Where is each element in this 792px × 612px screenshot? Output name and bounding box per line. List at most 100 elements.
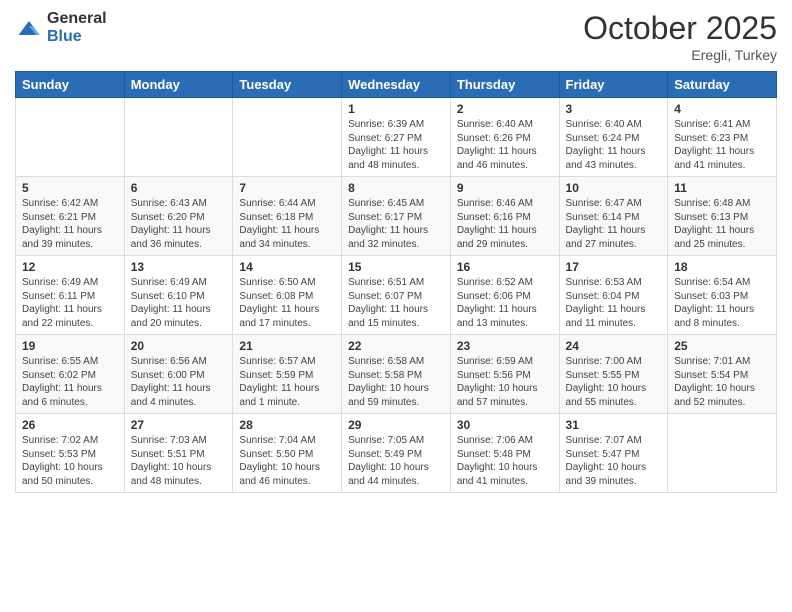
day-number: 6	[131, 181, 227, 195]
day-info: Sunrise: 6:45 AM Sunset: 6:17 PM Dayligh…	[348, 197, 444, 251]
day-number: 18	[674, 260, 770, 274]
day-cell: 1 Sunrise: 6:39 AM Sunset: 6:27 PM Daylig…	[342, 98, 451, 177]
day-info: Sunrise: 7:00 AM Sunset: 5:55 PM Dayligh…	[566, 355, 662, 409]
day-cell: 16 Sunrise: 6:52 AM Sunset: 6:06 PM Dayli…	[450, 256, 559, 335]
day-cell: 8 Sunrise: 6:45 AM Sunset: 6:17 PM Daylig…	[342, 177, 451, 256]
day-cell	[233, 98, 342, 177]
day-cell: 7Sunrise: 6:44 AM Sunset: 6:18 PM Daylig…	[233, 177, 342, 256]
day-number: 16	[457, 260, 553, 274]
day-number: 17	[566, 260, 662, 274]
day-number: 13	[131, 260, 227, 274]
title-block: October 2025 Eregli, Turkey	[583, 10, 777, 63]
day-number: 12	[22, 260, 118, 274]
day-info: Sunrise: 6:58 AM Sunset: 5:58 PM Dayligh…	[348, 355, 444, 409]
day-number: 25	[674, 339, 770, 353]
day-info: Sunrise: 6:53 AM Sunset: 6:04 PM Dayligh…	[566, 276, 662, 330]
day-info: Sunrise: 7:02 AM Sunset: 5:53 PM Dayligh…	[22, 434, 118, 488]
day-cell: 15 Sunrise: 6:51 AM Sunset: 6:07 PM Dayli…	[342, 256, 451, 335]
day-cell	[668, 414, 777, 493]
logo-blue: Blue	[47, 28, 107, 46]
weekday-header-sunday: Sunday	[16, 72, 125, 98]
day-cell: 9 Sunrise: 6:46 AM Sunset: 6:16 PM Daylig…	[450, 177, 559, 256]
day-number: 27	[131, 418, 227, 432]
day-number: 29	[348, 418, 444, 432]
day-number: 20	[131, 339, 227, 353]
day-cell: 30 Sunrise: 7:06 AM Sunset: 5:48 PM Dayli…	[450, 414, 559, 493]
day-number: 10	[566, 181, 662, 195]
day-info: Sunrise: 6:48 AM Sunset: 6:13 PM Dayligh…	[674, 197, 770, 251]
calendar-table: SundayMondayTuesdayWednesdayThursdayFrid…	[15, 71, 777, 493]
day-number: 24	[566, 339, 662, 353]
logo-text: General Blue	[47, 10, 107, 45]
day-info: Sunrise: 6:41 AM Sunset: 6:23 PM Dayligh…	[674, 118, 770, 172]
location-subtitle: Eregli, Turkey	[583, 47, 777, 63]
day-number: 15	[348, 260, 444, 274]
day-cell: 2 Sunrise: 6:40 AM Sunset: 6:26 PM Daylig…	[450, 98, 559, 177]
day-number: 1	[348, 102, 444, 116]
day-cell: 23Sunrise: 6:59 AM Sunset: 5:56 PM Dayli…	[450, 335, 559, 414]
header: General Blue October 2025 Eregli, Turkey	[15, 10, 777, 63]
day-cell: 22 Sunrise: 6:58 AM Sunset: 5:58 PM Dayli…	[342, 335, 451, 414]
day-number: 3	[566, 102, 662, 116]
day-cell: 6Sunrise: 6:43 AM Sunset: 6:20 PM Daylig…	[124, 177, 233, 256]
day-cell: 12 Sunrise: 6:49 AM Sunset: 6:11 PM Dayli…	[16, 256, 125, 335]
weekday-header-friday: Friday	[559, 72, 668, 98]
day-info: Sunrise: 6:39 AM Sunset: 6:27 PM Dayligh…	[348, 118, 444, 172]
day-cell: 11 Sunrise: 6:48 AM Sunset: 6:13 PM Dayli…	[668, 177, 777, 256]
day-info: Sunrise: 6:40 AM Sunset: 6:26 PM Dayligh…	[457, 118, 553, 172]
day-cell: 29Sunrise: 7:05 AM Sunset: 5:49 PM Dayli…	[342, 414, 451, 493]
day-number: 9	[457, 181, 553, 195]
weekday-header-wednesday: Wednesday	[342, 72, 451, 98]
week-row-5: 26 Sunrise: 7:02 AM Sunset: 5:53 PM Dayli…	[16, 414, 777, 493]
day-info: Sunrise: 7:03 AM Sunset: 5:51 PM Dayligh…	[131, 434, 227, 488]
day-number: 11	[674, 181, 770, 195]
day-cell: 3Sunrise: 6:40 AM Sunset: 6:24 PM Daylig…	[559, 98, 668, 177]
day-info: Sunrise: 6:52 AM Sunset: 6:06 PM Dayligh…	[457, 276, 553, 330]
logo-icon	[15, 14, 43, 42]
day-number: 4	[674, 102, 770, 116]
day-info: Sunrise: 6:56 AM Sunset: 6:00 PM Dayligh…	[131, 355, 227, 409]
week-row-3: 12 Sunrise: 6:49 AM Sunset: 6:11 PM Dayli…	[16, 256, 777, 335]
day-cell: 31 Sunrise: 7:07 AM Sunset: 5:47 PM Dayli…	[559, 414, 668, 493]
day-info: Sunrise: 6:50 AM Sunset: 6:08 PM Dayligh…	[239, 276, 335, 330]
day-number: 23	[457, 339, 553, 353]
day-number: 22	[348, 339, 444, 353]
page: General Blue October 2025 Eregli, Turkey…	[0, 0, 792, 612]
day-cell: 25Sunrise: 7:01 AM Sunset: 5:54 PM Dayli…	[668, 335, 777, 414]
day-info: Sunrise: 6:44 AM Sunset: 6:18 PM Dayligh…	[239, 197, 335, 251]
week-row-4: 19 Sunrise: 6:55 AM Sunset: 6:02 PM Dayli…	[16, 335, 777, 414]
day-info: Sunrise: 6:49 AM Sunset: 6:11 PM Dayligh…	[22, 276, 118, 330]
day-number: 5	[22, 181, 118, 195]
logo: General Blue	[15, 10, 107, 45]
day-cell: 17 Sunrise: 6:53 AM Sunset: 6:04 PM Dayli…	[559, 256, 668, 335]
day-cell: 18 Sunrise: 6:54 AM Sunset: 6:03 PM Dayli…	[668, 256, 777, 335]
day-cell: 24 Sunrise: 7:00 AM Sunset: 5:55 PM Dayli…	[559, 335, 668, 414]
day-cell: 4 Sunrise: 6:41 AM Sunset: 6:23 PM Daylig…	[668, 98, 777, 177]
day-cell: 14Sunrise: 6:50 AM Sunset: 6:08 PM Dayli…	[233, 256, 342, 335]
day-cell: 13Sunrise: 6:49 AM Sunset: 6:10 PM Dayli…	[124, 256, 233, 335]
logo-general: General	[47, 10, 107, 28]
day-number: 19	[22, 339, 118, 353]
day-info: Sunrise: 6:54 AM Sunset: 6:03 PM Dayligh…	[674, 276, 770, 330]
week-row-2: 5Sunrise: 6:42 AM Sunset: 6:21 PM Daylig…	[16, 177, 777, 256]
day-cell: 26 Sunrise: 7:02 AM Sunset: 5:53 PM Dayli…	[16, 414, 125, 493]
day-cell	[124, 98, 233, 177]
day-number: 28	[239, 418, 335, 432]
day-info: Sunrise: 7:04 AM Sunset: 5:50 PM Dayligh…	[239, 434, 335, 488]
day-info: Sunrise: 6:55 AM Sunset: 6:02 PM Dayligh…	[22, 355, 118, 409]
day-cell: 19 Sunrise: 6:55 AM Sunset: 6:02 PM Dayli…	[16, 335, 125, 414]
day-info: Sunrise: 7:06 AM Sunset: 5:48 PM Dayligh…	[457, 434, 553, 488]
day-number: 30	[457, 418, 553, 432]
weekday-header-thursday: Thursday	[450, 72, 559, 98]
day-number: 2	[457, 102, 553, 116]
day-info: Sunrise: 6:46 AM Sunset: 6:16 PM Dayligh…	[457, 197, 553, 251]
day-info: Sunrise: 7:07 AM Sunset: 5:47 PM Dayligh…	[566, 434, 662, 488]
day-number: 31	[566, 418, 662, 432]
day-number: 26	[22, 418, 118, 432]
day-number: 21	[239, 339, 335, 353]
day-info: Sunrise: 6:51 AM Sunset: 6:07 PM Dayligh…	[348, 276, 444, 330]
day-info: Sunrise: 6:57 AM Sunset: 5:59 PM Dayligh…	[239, 355, 335, 409]
day-cell: 10Sunrise: 6:47 AM Sunset: 6:14 PM Dayli…	[559, 177, 668, 256]
day-number: 8	[348, 181, 444, 195]
day-cell: 28 Sunrise: 7:04 AM Sunset: 5:50 PM Dayli…	[233, 414, 342, 493]
